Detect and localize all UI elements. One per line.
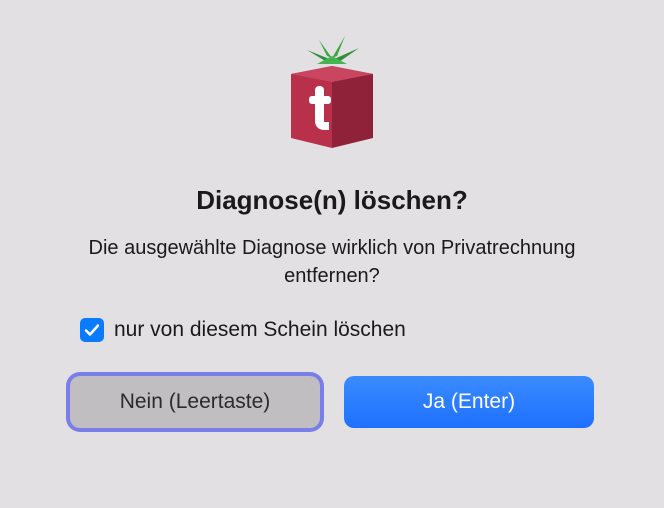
- dialog-message: Die ausgewählte Diagnose wirklich von Pr…: [40, 234, 624, 290]
- yes-button[interactable]: Ja (Enter): [344, 376, 594, 428]
- checkbox-row: nur von diesem Schein löschen: [40, 318, 624, 342]
- only-this-schein-checkbox[interactable]: [80, 318, 104, 342]
- app-icon: [267, 30, 397, 165]
- no-button[interactable]: Nein (Leertaste): [70, 376, 320, 428]
- checkmark-icon: [84, 322, 100, 338]
- dialog-title: Diagnose(n) löschen?: [196, 185, 468, 216]
- checkbox-label: nur von diesem Schein löschen: [114, 318, 406, 342]
- button-row: Nein (Leertaste) Ja (Enter): [40, 376, 624, 428]
